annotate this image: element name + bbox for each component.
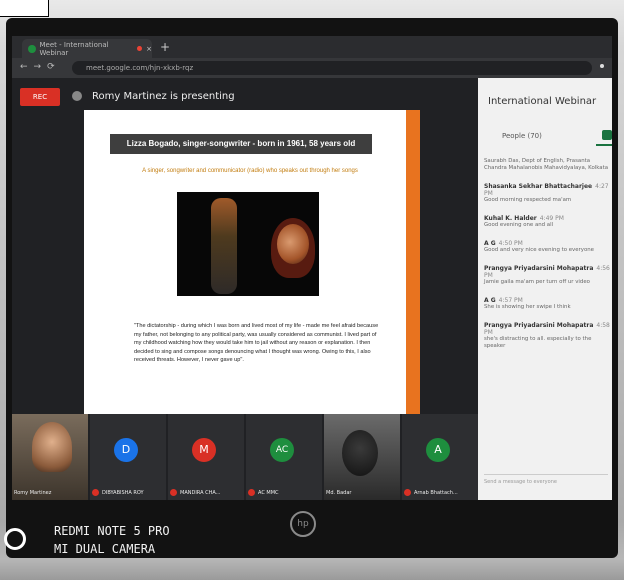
meeting-title: International Webinar [488, 96, 597, 107]
participant-namebar: Romy Martinez [14, 490, 51, 496]
watermark-circle-icon [4, 528, 26, 550]
chat-message: Prangya Priyadarsini Mohapatra 4:58 PM sh… [484, 322, 612, 350]
laptop-base [0, 558, 624, 580]
participant-namebar: DIBYABISHA ROY [92, 489, 144, 496]
back-icon[interactable]: ← [20, 62, 34, 72]
participant-tile[interactable]: AC AC MMC [246, 414, 322, 500]
chat-message: A G 4:57 PM She is showing her swipe I th… [484, 297, 612, 311]
message-text: she's distracting to all. especially to … [484, 336, 592, 349]
mic-muted-icon [248, 489, 255, 496]
participant-strip: Romy Martinez D DIBYABISHA ROY M MANDIRA… [12, 414, 478, 500]
participant-tile[interactable]: D DIBYABISHA ROY [90, 414, 166, 500]
address-bar: ←→⟳ meet.google.com/hjn-xkxb-rqz [12, 58, 612, 78]
message-sender: A G [484, 297, 496, 304]
message-sender: Prangya Priyadarsini Mohapatra [484, 322, 594, 329]
laptop-screen: Meet - International Webinar × + ←→⟳ mee… [12, 36, 612, 500]
message-text: Saurabh Das, Dept of English, Prasanta C… [484, 158, 608, 171]
slide-subtitle: A singer, songwriter and communicator (r… [142, 168, 358, 174]
participant-tile[interactable]: Md. Badar [324, 414, 400, 500]
participant-avatar: D [114, 438, 138, 462]
participant-namebar: AC MMC [248, 489, 279, 496]
participant-video [32, 422, 72, 472]
message-time: 4:50 PM [498, 240, 523, 247]
shared-slide: Lizza Bogado, singer-songwriter - born i… [84, 110, 420, 414]
chat-message: Shasanka Sekhar Bhattacharjee 4:27 PM Goo… [484, 183, 612, 204]
participant-tile[interactable]: A Arnab Bhattach... [402, 414, 478, 500]
slide-photo [177, 192, 319, 296]
watermark-line2: MI DUAL CAMERA [54, 542, 156, 556]
participant-avatar: M [192, 438, 216, 462]
participant-tile[interactable]: Romy Martinez [12, 414, 88, 500]
presenter-avatar [72, 91, 82, 101]
participant-avatar: A [426, 438, 450, 462]
slide-accent-bar [406, 110, 420, 414]
nav-buttons[interactable]: ←→⟳ [20, 62, 61, 72]
chat-panel: International Webinar People (70) Saurab… [478, 78, 612, 500]
message-sender: Prangya Priyadarsini Mohapatra [484, 265, 594, 272]
message-sender: Kuhal K. Halder [484, 215, 537, 222]
hp-logo: hp [290, 511, 316, 537]
chat-icon[interactable] [602, 130, 612, 140]
active-tab-indicator [596, 144, 612, 146]
watermark-line1: REDMI NOTE 5 PRO [54, 524, 170, 538]
chat-input[interactable]: Send a message to everyone [484, 474, 608, 489]
message-text: Jamie gaila ma'am per turn off ur video [484, 279, 590, 285]
participant-video [342, 430, 378, 476]
mic-muted-icon [92, 489, 99, 496]
slide-title: Lizza Bogado, singer-songwriter - born i… [110, 134, 372, 154]
message-time: 4:57 PM [498, 297, 523, 304]
photo-face [277, 224, 309, 264]
browser-menu-icon[interactable] [600, 64, 604, 68]
message-text: Good evening one and all [484, 222, 554, 228]
chat-message: Kuhal K. Halder 4:49 PM Good evening one … [484, 215, 612, 229]
meet-content: REC Romy Martinez is presenting Lizza Bo… [12, 78, 612, 500]
recording-dot-icon [137, 46, 143, 51]
mic-muted-icon [404, 489, 411, 496]
message-text: She is showing her swipe I think [484, 304, 571, 310]
photo-figure [211, 198, 237, 294]
message-time: 4:49 PM [539, 215, 564, 222]
rec-badge: REC [20, 88, 60, 106]
slide-quote: "The dictatorship - during which I was b… [134, 323, 379, 364]
participant-avatar: AC [270, 438, 294, 462]
tab-title: Meet - International Webinar [39, 40, 109, 57]
message-sender: A G [484, 240, 496, 247]
chat-message: A G 4:50 PM Good and very nice evening to… [484, 240, 612, 254]
people-tab[interactable]: People (70) [502, 132, 542, 140]
participant-name: AC MMC [258, 489, 279, 496]
border-box [0, 0, 49, 17]
participant-name: Md. Badar [326, 490, 352, 496]
participant-namebar: Arnab Bhattach... [404, 489, 458, 496]
participant-tile[interactable]: M MANDIRA CHA... [168, 414, 244, 500]
participant-name: Romy Martinez [14, 490, 52, 496]
reload-icon[interactable]: ⟳ [47, 62, 61, 72]
chat-messages: Saurabh Das, Dept of English, Prasanta C… [484, 158, 612, 361]
message-sender: Shasanka Sekhar Bhattacharjee [484, 183, 593, 190]
chat-message: Saurabh Das, Dept of English, Prasanta C… [484, 158, 612, 172]
participant-namebar: MANDIRA CHA... [170, 489, 220, 496]
message-text: Good morning respected ma'am [484, 197, 572, 203]
mic-muted-icon [170, 489, 177, 496]
browser-tabbar: Meet - International Webinar × + [12, 36, 612, 58]
message-text: Good and very nice evening to everyone [484, 247, 594, 253]
participant-name: DIBYABISHA ROY [102, 489, 144, 496]
participant-name: Arnab Bhattach... [414, 489, 458, 496]
participant-name: MANDIRA CHA... [180, 489, 221, 496]
new-tab-icon[interactable]: + [160, 40, 170, 54]
close-tab-icon[interactable]: × [146, 45, 152, 53]
participant-namebar: Md. Badar [326, 490, 351, 496]
meet-favicon-icon [28, 44, 36, 53]
presenting-label: Romy Martinez is presenting [92, 91, 235, 102]
url-field[interactable]: meet.google.com/hjn-xkxb-rqz [72, 61, 592, 75]
browser-tab[interactable]: Meet - International Webinar × [22, 39, 152, 58]
forward-icon[interactable]: → [34, 62, 48, 72]
chat-message: Prangya Priyadarsini Mohapatra 4:56 PM Ja… [484, 265, 612, 286]
